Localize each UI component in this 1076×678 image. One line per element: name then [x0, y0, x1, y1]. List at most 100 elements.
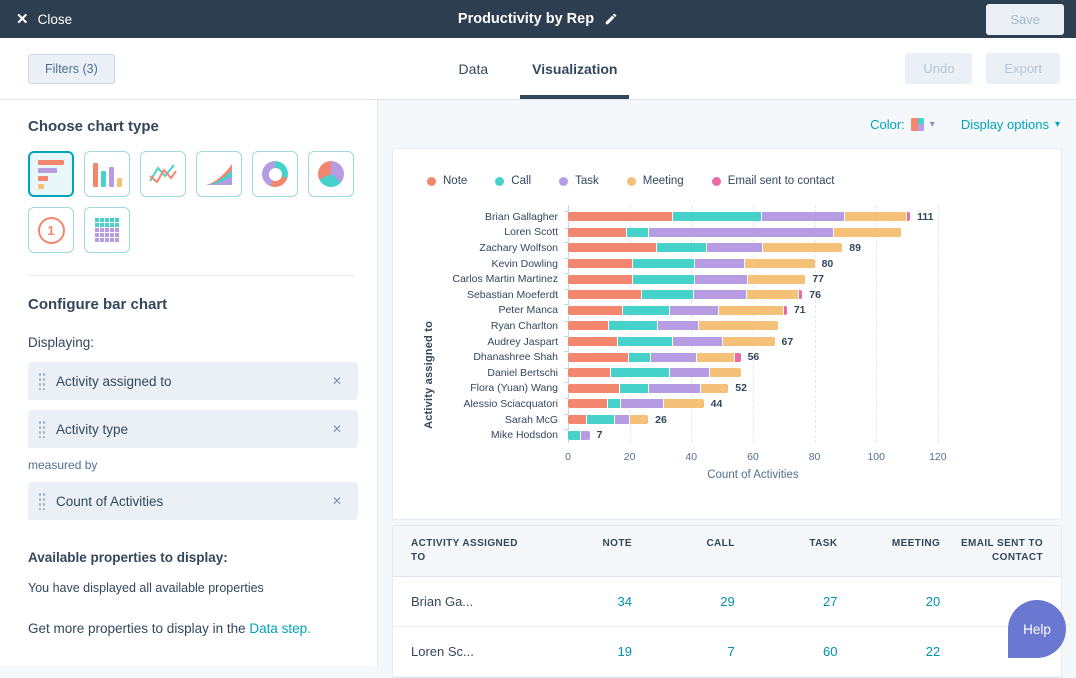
drag-handle-icon[interactable]	[38, 492, 45, 510]
bar-segment[interactable]	[782, 305, 787, 315]
chart-type-horizontal-bar[interactable]	[28, 151, 74, 197]
chart-type-pie[interactable]	[308, 151, 354, 197]
bar-segment[interactable]	[568, 415, 586, 425]
bar-segment[interactable]	[743, 259, 815, 269]
bar-segment[interactable]	[568, 430, 580, 440]
bar-segment[interactable]	[700, 383, 729, 393]
stacked-bar[interactable]	[568, 321, 778, 331]
table-column-header[interactable]: EMAIL SENT TO CONTACT	[940, 537, 1043, 565]
export-button[interactable]: Export	[986, 53, 1060, 84]
bar-segment[interactable]	[721, 337, 775, 347]
stacked-bar[interactable]	[568, 383, 729, 393]
stacked-bar[interactable]	[568, 430, 590, 440]
table-cell-value[interactable]: 60	[735, 644, 837, 659]
chart-type-table[interactable]	[84, 207, 130, 253]
bar-segment[interactable]	[607, 399, 621, 409]
field-pill-activity-assigned-to[interactable]: Activity assigned to ✕	[28, 362, 358, 400]
bar-segment[interactable]	[650, 352, 697, 362]
bar-segment[interactable]	[622, 305, 669, 315]
bar-segment[interactable]	[568, 274, 632, 284]
table-cell-value[interactable]: 20	[837, 594, 940, 609]
legend-item[interactable]: Task	[559, 175, 599, 187]
bar-segment[interactable]	[640, 290, 694, 300]
bar-segment[interactable]	[568, 399, 608, 409]
stacked-bar[interactable]	[568, 243, 843, 253]
bar-segment[interactable]	[626, 227, 649, 237]
table-cell-value[interactable]: 22	[837, 644, 940, 659]
bar-segment[interactable]	[585, 415, 614, 425]
stacked-bar[interactable]	[568, 352, 741, 362]
stacked-bar[interactable]	[568, 227, 901, 237]
bar-segment[interactable]	[631, 259, 694, 269]
bar-segment[interactable]	[656, 243, 707, 253]
bar-segment[interactable]	[568, 321, 608, 331]
bar-segment[interactable]	[844, 212, 907, 222]
remove-measure-icon[interactable]: ✕	[328, 492, 346, 510]
bar-segment[interactable]	[760, 212, 845, 222]
legend-item[interactable]: Note	[427, 175, 467, 187]
chart-type-area[interactable]	[196, 151, 242, 197]
bar-segment[interactable]	[671, 212, 761, 222]
bar-segment[interactable]	[832, 227, 901, 237]
bar-segment[interactable]	[733, 352, 741, 362]
stacked-bar[interactable]	[568, 305, 787, 315]
remove-field-icon[interactable]: ✕	[328, 420, 346, 438]
data-step-link[interactable]: Data step.	[249, 621, 311, 636]
bar-segment[interactable]	[693, 290, 746, 300]
table-cell-value[interactable]: 29	[632, 594, 734, 609]
bar-segment[interactable]	[613, 415, 630, 425]
bar-segment[interactable]	[610, 368, 669, 378]
legend-item[interactable]: Meeting	[626, 175, 684, 187]
bar-segment[interactable]	[647, 383, 701, 393]
bar-segment[interactable]	[696, 352, 734, 362]
bar-segment[interactable]	[628, 352, 651, 362]
drag-handle-icon[interactable]	[38, 372, 45, 390]
edit-title-icon[interactable]	[604, 12, 618, 26]
chart-type-donut[interactable]	[252, 151, 298, 197]
bar-segment[interactable]	[657, 321, 698, 331]
bar-segment[interactable]	[668, 368, 710, 378]
tab-visualization[interactable]: Visualization	[520, 38, 630, 99]
table-cell-value[interactable]: 7	[632, 644, 734, 659]
stacked-bar[interactable]	[568, 212, 911, 222]
color-dropdown[interactable]: Color: ▾	[870, 117, 935, 132]
bar-segment[interactable]	[629, 415, 649, 425]
bar-segment[interactable]	[718, 305, 783, 315]
legend-item[interactable]: Call	[495, 175, 531, 187]
bar-segment[interactable]	[568, 259, 632, 269]
bar-segment[interactable]	[568, 352, 629, 362]
table-cell-value[interactable]: 27	[735, 594, 837, 609]
table-column-header[interactable]: ACTIVITY ASSIGNED TO	[411, 537, 529, 565]
bar-segment[interactable]	[631, 274, 694, 284]
bar-segment[interactable]	[709, 368, 741, 378]
bar-segment[interactable]	[619, 383, 648, 393]
bar-segment[interactable]	[616, 337, 673, 347]
bar-segment[interactable]	[762, 243, 843, 253]
bar-segment[interactable]	[579, 430, 590, 440]
bar-segment[interactable]	[745, 290, 799, 300]
bar-segment[interactable]	[697, 321, 778, 331]
bar-segment[interactable]	[568, 243, 657, 253]
stacked-bar[interactable]	[568, 337, 775, 347]
bar-segment[interactable]	[668, 305, 719, 315]
bar-segment[interactable]	[798, 290, 803, 300]
stacked-bar[interactable]	[568, 259, 815, 269]
bar-segment[interactable]	[568, 368, 611, 378]
bar-segment[interactable]	[672, 337, 722, 347]
field-pill-activity-type[interactable]: Activity type ✕	[28, 410, 358, 448]
help-button[interactable]: Help	[1008, 600, 1066, 658]
table-column-header[interactable]: NOTE	[529, 537, 632, 565]
remove-field-icon[interactable]: ✕	[328, 372, 346, 390]
stacked-bar[interactable]	[568, 415, 649, 425]
stacked-bar[interactable]	[568, 274, 806, 284]
measure-pill-count-of-activities[interactable]: Count of Activities ✕	[28, 482, 358, 520]
bar-segment[interactable]	[568, 227, 627, 237]
close-button[interactable]: ✕ Close	[0, 0, 88, 38]
bar-segment[interactable]	[693, 274, 747, 284]
legend-item[interactable]: Email sent to contact	[711, 175, 834, 187]
table-cell-value[interactable]: 34	[529, 594, 631, 609]
bar-segment[interactable]	[568, 337, 617, 347]
bar-segment[interactable]	[620, 399, 664, 409]
bar-segment[interactable]	[648, 227, 833, 237]
chart-type-vertical-bar[interactable]	[84, 151, 130, 197]
